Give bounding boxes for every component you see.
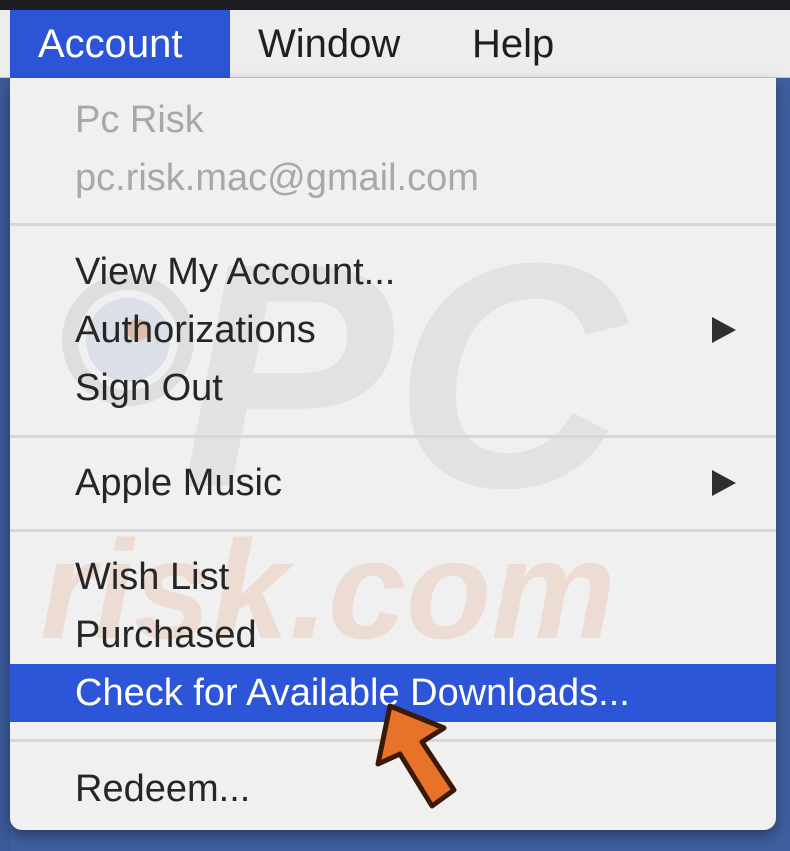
account-user-email: pc.risk.mac@gmail.com	[75, 157, 479, 199]
menu-item-wish-list[interactable]: Wish List	[10, 548, 776, 606]
triangle-right-icon	[712, 317, 736, 343]
menubar-account[interactable]: Account	[10, 10, 230, 78]
menu-item-sign-out[interactable]: Sign Out	[10, 359, 776, 417]
desktop-background	[0, 78, 10, 851]
menu-item-view-my-account[interactable]: View My Account...	[10, 243, 776, 301]
menu-separator	[10, 223, 776, 226]
menubar-window[interactable]: Window	[258, 10, 428, 78]
menu-item-authorizations[interactable]: Authorizations	[10, 301, 776, 359]
menu-item-label: Authorizations	[75, 309, 316, 351]
menu-item-check-available-downloads[interactable]: Check for Available Downloads...	[10, 664, 776, 722]
menu-item-purchased[interactable]: Purchased	[10, 606, 776, 664]
menu-bar: Account Window Help	[0, 10, 790, 78]
menu-item-apple-music[interactable]: Apple Music	[10, 454, 776, 512]
screen-top-strip	[0, 0, 790, 10]
menu-item-redeem[interactable]: Redeem...	[10, 760, 776, 818]
triangle-right-icon	[712, 470, 736, 496]
menu-separator	[10, 435, 776, 438]
account-user-name: Pc Risk	[75, 99, 204, 141]
account-menu: PC risk.com Pc Risk pc.risk.mac@gmail.co…	[10, 78, 776, 830]
menubar-help[interactable]: Help	[472, 10, 582, 78]
menu-separator	[10, 529, 776, 532]
menu-separator	[10, 739, 776, 742]
menu-item-label: Apple Music	[75, 462, 282, 504]
